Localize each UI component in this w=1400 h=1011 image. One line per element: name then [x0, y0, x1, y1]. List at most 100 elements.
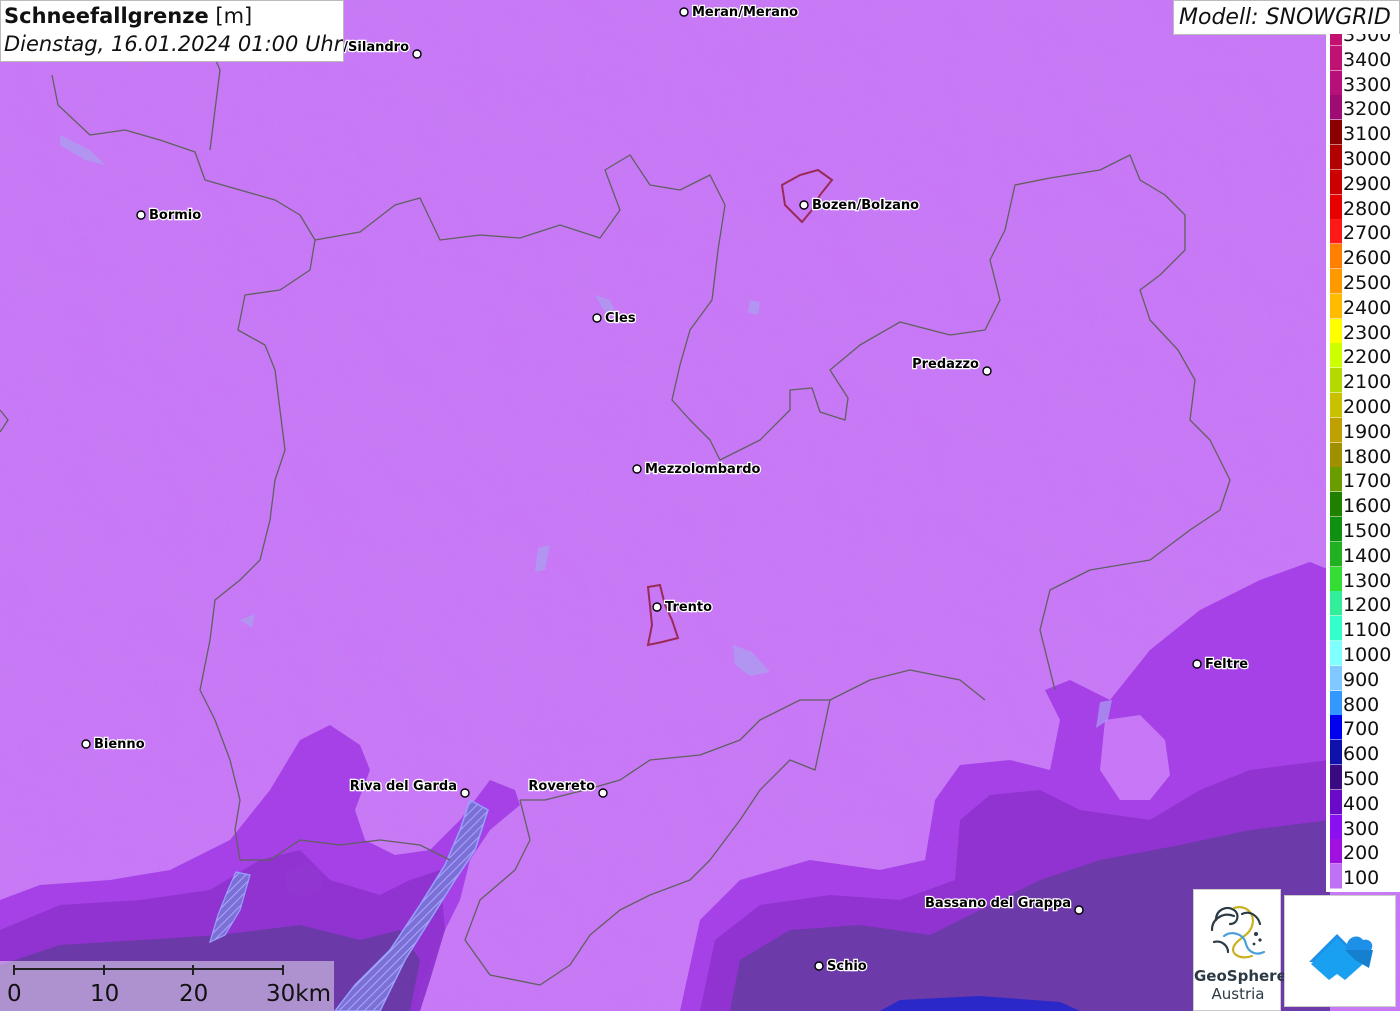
legend-row: 3000 [1326, 145, 1400, 170]
legend-row: 2700 [1326, 219, 1400, 245]
city-dot-icon [632, 464, 642, 474]
legend-swatch [1330, 566, 1342, 592]
legend-label: 2600 [1343, 247, 1392, 270]
legend-label: 1400 [1343, 544, 1392, 567]
legend-row: 1900 [1326, 417, 1400, 443]
weather-app-logo[interactable] [1284, 895, 1396, 1007]
legend-label: 1900 [1343, 420, 1392, 443]
legend-swatch [1330, 492, 1342, 518]
city-label: Meran/Merano [692, 5, 798, 20]
legend-label: 1100 [1343, 619, 1392, 642]
legend-label: 2200 [1343, 346, 1392, 369]
legend-swatch [1330, 839, 1342, 865]
parameter-name: Schneefallgrenze [4, 4, 209, 28]
scale-label-20: 20 [179, 981, 209, 1007]
city-label: Mezzolombardo [645, 462, 761, 477]
legend-row: 3300 [1326, 70, 1400, 96]
legend-label: 400 [1343, 792, 1380, 815]
scale-label-30km: 30km [266, 981, 331, 1007]
city-label: Bozen/Bolzano [812, 198, 919, 213]
legend-label: 1000 [1343, 644, 1392, 666]
legend-swatch [1330, 665, 1342, 691]
city-dot-icon [81, 739, 91, 749]
legend-swatch [1330, 715, 1342, 741]
legend-swatch [1330, 269, 1342, 294]
legend-row: 1300 [1326, 566, 1400, 592]
city-dot-icon [136, 210, 146, 220]
legend-label: 1800 [1343, 445, 1392, 468]
legend-row: 2600 [1326, 244, 1400, 270]
legend-swatch [1330, 517, 1342, 542]
legend-row: 1400 [1326, 541, 1400, 567]
legend-label: 200 [1343, 842, 1380, 865]
parameter-unit: [m] [215, 4, 253, 28]
legend-swatch [1330, 789, 1342, 815]
legend-row: 1600 [1326, 492, 1400, 518]
legend-swatch [1330, 467, 1342, 493]
legend-row: 900 [1326, 665, 1400, 691]
legend-row: 3400 [1326, 45, 1400, 71]
legend-label: 2900 [1343, 172, 1392, 195]
legend-swatch [1330, 145, 1342, 170]
legend-row: 700 [1326, 715, 1400, 741]
legend-swatch [1330, 616, 1342, 642]
legend-label: 800 [1343, 693, 1380, 716]
legend-row: 1000 [1326, 641, 1400, 666]
city-label: Predazzo [912, 357, 979, 372]
legend-label: 2700 [1343, 222, 1392, 245]
legend-swatch [1330, 864, 1342, 890]
legend-row: 2000 [1326, 393, 1400, 418]
legend-swatch [1330, 442, 1342, 468]
legend-label: 2800 [1343, 197, 1392, 220]
legend-row: 1100 [1326, 616, 1400, 642]
legend-swatch [1330, 417, 1342, 443]
scale-bar: 0 10 20 30km [0, 961, 334, 1011]
city-dot-icon [412, 49, 422, 59]
legend-label: 2400 [1343, 296, 1392, 319]
city-label: Trento [665, 600, 712, 615]
legend-row: 1700 [1326, 467, 1400, 493]
city-dot-icon [652, 602, 662, 612]
model-label: Modell: SNOWGRID [1173, 0, 1400, 35]
legend-swatch [1330, 293, 1342, 319]
legend-swatch [1330, 541, 1342, 567]
legend-label: 700 [1343, 718, 1380, 741]
city-marker[interactable]: Meran/Merano [679, 4, 799, 21]
city-label: Rovereto [528, 779, 595, 794]
legend-row: 2500 [1326, 269, 1400, 294]
legend-row: 500 [1326, 765, 1400, 790]
legend-row: 600 [1326, 740, 1400, 766]
legend-swatch [1330, 591, 1342, 617]
geosphere-logo[interactable]: GeoSphere Austria [1193, 889, 1287, 1011]
city-label: s/Silandro [336, 40, 410, 55]
legend-row: 2400 [1326, 293, 1400, 319]
legend-label: 900 [1343, 668, 1380, 691]
legend-row: 3100 [1326, 120, 1400, 146]
legend-row: 2800 [1326, 194, 1400, 220]
city-dot-icon [460, 788, 470, 798]
city-marker[interactable]: Mezzolombardo [632, 461, 762, 478]
legend-row: 3200 [1326, 95, 1400, 121]
city-dot-icon [982, 366, 992, 376]
legend-label: 600 [1343, 743, 1380, 766]
city-label: Feltre [1205, 657, 1248, 672]
map-title-box: Schneefallgrenze [m] Dienstag, 16.01.202… [0, 0, 344, 62]
legend-row: 2100 [1326, 368, 1400, 394]
legend-label: 3200 [1343, 98, 1392, 121]
snowfall-map[interactable]: Meran/Merano s/Silandro Bormio Bozen/Bolzan… [0, 0, 1400, 1011]
legend-swatch [1330, 368, 1342, 394]
city-dot-icon [598, 788, 608, 798]
city-dot-icon [814, 961, 824, 971]
city-marker[interactable]: Bozen/Bolzano [799, 197, 920, 214]
city-label: Cles [605, 311, 636, 326]
legend-label: 2300 [1343, 321, 1392, 344]
legend-row: 400 [1326, 789, 1400, 815]
legend-swatch [1330, 814, 1342, 840]
legend-label: 1200 [1343, 594, 1392, 617]
legend-swatch [1330, 95, 1342, 121]
legend-swatch [1330, 219, 1342, 245]
legend-row: 800 [1326, 690, 1400, 716]
legend-label: 2000 [1343, 396, 1392, 418]
city-label: Riva del Garda [350, 779, 457, 794]
legend-label: 3000 [1343, 148, 1392, 170]
